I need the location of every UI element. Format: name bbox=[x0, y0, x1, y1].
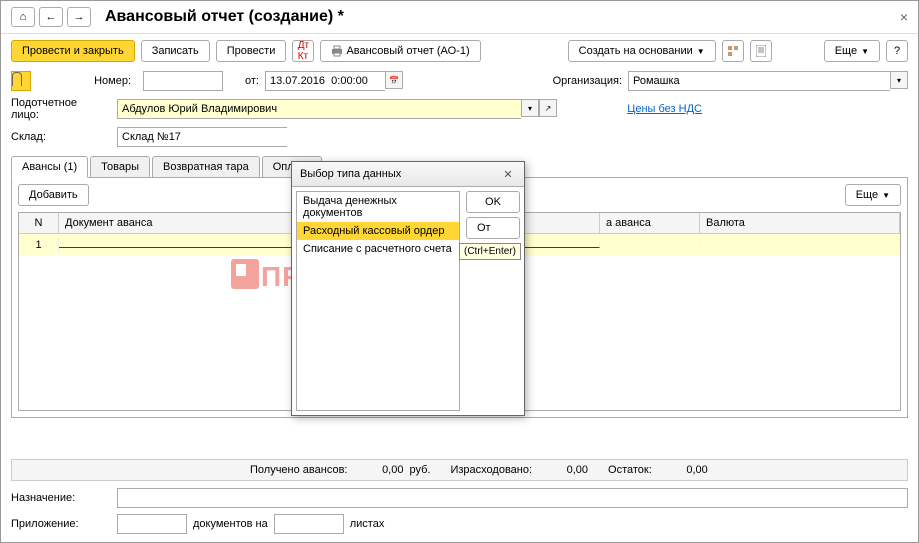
dialog-cancel-button[interactable]: От (Ctrl+Enter) bbox=[466, 217, 520, 239]
structure-button[interactable] bbox=[722, 40, 744, 62]
table-more-button[interactable]: Еще▼ bbox=[845, 184, 901, 206]
warehouse-label: Склад: bbox=[11, 131, 111, 143]
received-value: 0,00 bbox=[353, 464, 403, 476]
add-button[interactable]: Добавить bbox=[18, 184, 89, 206]
dialog-option-2[interactable]: Списание с расчетного счета bbox=[297, 240, 459, 258]
org-input[interactable] bbox=[628, 71, 890, 91]
type-select-dialog: Выбор типа данных ✕ Выдача денежных доку… bbox=[291, 161, 525, 416]
report-button[interactable] bbox=[750, 40, 772, 62]
org-label: Организация: bbox=[553, 75, 622, 87]
chevron-down-icon: ▼ bbox=[861, 47, 869, 56]
forward-button[interactable]: → bbox=[67, 7, 91, 27]
tab-advances[interactable]: Авансы (1) bbox=[11, 156, 88, 178]
attachment-button[interactable] bbox=[11, 71, 31, 91]
date-label: от: bbox=[245, 75, 259, 87]
number-label: Номер: bbox=[37, 75, 137, 87]
cell-n: 1 bbox=[19, 237, 59, 253]
docs-on-label: документов на bbox=[193, 518, 268, 530]
document-icon bbox=[756, 45, 766, 57]
home-icon: ⌂ bbox=[20, 11, 27, 23]
person-open-button[interactable]: ↗ bbox=[539, 99, 557, 117]
dialog-ok-button[interactable]: OK bbox=[466, 191, 520, 213]
date-picker-button[interactable]: 📅 bbox=[385, 71, 403, 89]
watermark-logo bbox=[231, 259, 259, 289]
save-button[interactable]: Записать bbox=[141, 40, 210, 62]
attachment-label: Приложение: bbox=[11, 518, 111, 530]
purpose-label: Назначение: bbox=[11, 492, 111, 504]
structure-icon bbox=[727, 45, 739, 57]
col-currency: Валюта bbox=[700, 213, 900, 233]
col-n: N bbox=[19, 213, 59, 233]
dt-kt-icon: ДтКт bbox=[298, 40, 309, 62]
docs-count-input[interactable] bbox=[117, 514, 187, 534]
spent-label: Израсходовано: bbox=[450, 464, 532, 476]
create-based-button[interactable]: Создать на основании▼ bbox=[568, 40, 716, 62]
tab-returnable[interactable]: Возвратная тара bbox=[152, 156, 260, 177]
dialog-list: Выдача денежных документов Расходный кас… bbox=[296, 191, 460, 411]
balance-value: 0,00 bbox=[658, 464, 708, 476]
dialog-title: Выбор типа данных bbox=[300, 168, 401, 180]
balance-label: Остаток: bbox=[608, 464, 652, 476]
purpose-input[interactable] bbox=[117, 488, 908, 508]
dialog-option-1[interactable]: Расходный кассовый ордер bbox=[297, 222, 459, 240]
tab-goods[interactable]: Товары bbox=[90, 156, 150, 177]
page-title: Авансовый отчет (создание) * bbox=[105, 8, 344, 26]
close-button[interactable]: × bbox=[900, 9, 908, 25]
sheets-count-input[interactable] bbox=[274, 514, 344, 534]
dialog-close-button[interactable]: ✕ bbox=[500, 166, 516, 182]
print-button[interactable]: Авансовый отчет (АО-1) bbox=[320, 40, 480, 62]
org-select-button[interactable]: ▾ bbox=[890, 71, 908, 89]
help-button[interactable]: ? bbox=[886, 40, 908, 62]
tooltip: (Ctrl+Enter) bbox=[459, 243, 521, 260]
warehouse-input[interactable] bbox=[117, 127, 287, 147]
home-button[interactable]: ⌂ bbox=[11, 7, 35, 27]
summary-bar: Получено авансов:0,00руб. Израсходовано:… bbox=[11, 459, 908, 481]
person-input[interactable] bbox=[117, 99, 521, 119]
post-and-close-button[interactable]: Провести и закрыть bbox=[11, 40, 135, 62]
dt-kt-button[interactable]: ДтКт bbox=[292, 40, 314, 62]
col-sum: а аванса bbox=[600, 213, 700, 233]
chevron-down-icon: ▼ bbox=[882, 191, 890, 200]
dialog-option-0[interactable]: Выдача денежных документов bbox=[297, 192, 459, 222]
received-label: Получено авансов: bbox=[250, 464, 347, 476]
chevron-down-icon: ▼ bbox=[697, 47, 705, 56]
person-select-button[interactable]: ▾ bbox=[521, 99, 539, 117]
person-label: Подотчетное лицо: bbox=[11, 97, 111, 121]
prices-link[interactable]: Цены без НДС bbox=[627, 103, 702, 115]
sheets-label: листах bbox=[350, 518, 385, 530]
clip-icon bbox=[12, 72, 22, 86]
print-icon bbox=[331, 45, 343, 57]
back-button[interactable]: ← bbox=[39, 7, 63, 27]
spent-value: 0,00 bbox=[538, 464, 588, 476]
number-input[interactable] bbox=[143, 71, 223, 91]
post-button[interactable]: Провести bbox=[216, 40, 287, 62]
back-icon: ← bbox=[46, 11, 57, 23]
date-input[interactable] bbox=[265, 71, 385, 91]
forward-icon: → bbox=[74, 11, 85, 23]
more-button[interactable]: Еще▼ bbox=[824, 40, 880, 62]
